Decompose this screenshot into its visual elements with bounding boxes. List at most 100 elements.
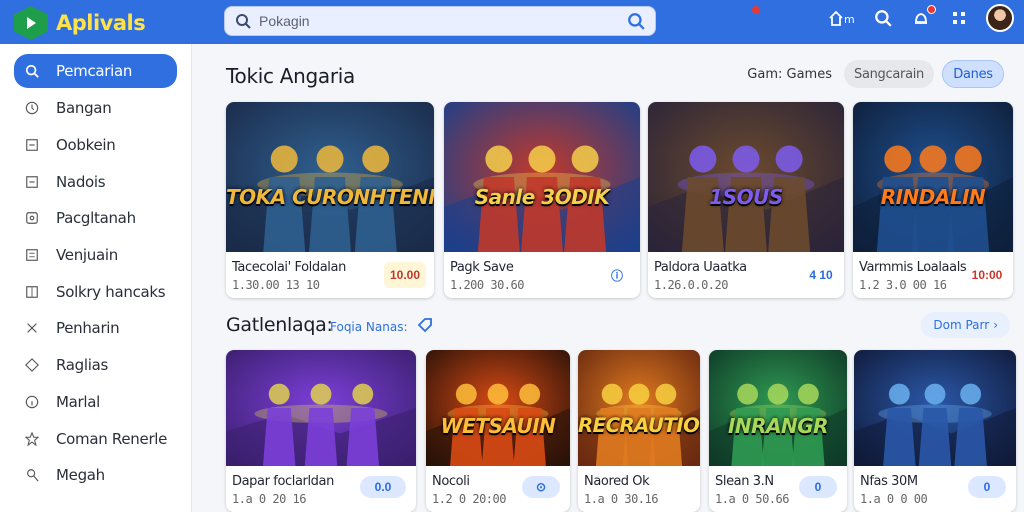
chevron-right-icon: ›	[993, 318, 998, 332]
section-heading: Gatlenlaqa:	[226, 314, 333, 336]
puzzle-icon	[24, 357, 40, 373]
sidebar-item[interactable]: Penharin	[0, 310, 191, 347]
see-more-label: Dom Parr	[933, 318, 990, 332]
sidebar-item[interactable]: Bangan	[0, 90, 191, 127]
sidebar-item[interactable]: Marlal	[0, 384, 191, 421]
game-cover-image	[853, 102, 1013, 252]
info-icon	[24, 394, 40, 410]
sidebar-item[interactable]: Pacgltanah	[0, 200, 191, 237]
sidebar-item[interactable]: Megah	[0, 457, 191, 494]
cover-title-text: TOKA CURONHTENN	[226, 184, 434, 209]
see-more-button[interactable]: Dom Parr ›	[921, 312, 1010, 338]
grid-icon[interactable]	[948, 7, 970, 29]
filter-chip[interactable]: Sangcarain	[844, 60, 934, 88]
search-icon	[236, 14, 251, 29]
app-name: Aplivals	[56, 11, 146, 35]
section-link[interactable]: Foqia Nanas:	[330, 320, 408, 334]
game-title: Paldora Uaatka	[654, 260, 747, 275]
square-icon	[24, 174, 40, 190]
cover-title-text: RINDALIN	[880, 184, 986, 209]
sidebar-item-label: Raglias	[56, 356, 109, 375]
sidebar-item-label: Penharin	[56, 319, 120, 338]
clock-icon	[24, 100, 40, 116]
user-icon	[24, 467, 40, 483]
game-card[interactable]: Sanle 3ODIK Pagk Save 1.200 30.60 ⓘ	[444, 102, 640, 298]
game-cover-image	[578, 350, 700, 466]
list-icon	[24, 247, 40, 263]
game-badge[interactable]: 10:00	[967, 262, 1007, 288]
header-actions: m	[826, 4, 1014, 32]
sidebar-item[interactable]: Nadois	[0, 163, 191, 200]
search-icon	[24, 63, 40, 79]
filter-bar: Gam: Games Sangcarain Danes	[747, 60, 1004, 88]
game-title: Pagk Save	[450, 260, 514, 275]
game-card[interactable]: TOKA CURONHTENN Tacecolai' Foldalan 1.30.0…	[226, 102, 434, 298]
game-title: Nocoli	[432, 474, 470, 489]
image-icon	[24, 210, 40, 226]
game-cover-image	[226, 350, 416, 466]
game-meta: 1.2 0 20:00	[432, 492, 506, 506]
sidebar-item-label: Coman Renerle	[56, 429, 168, 448]
sidebar-item-label: Bangan	[56, 99, 112, 118]
svg-text:m: m	[844, 13, 854, 26]
sidebar-item[interactable]: Solkry hancaks	[0, 273, 191, 310]
search-bar[interactable]	[224, 6, 656, 36]
tag-icon[interactable]	[416, 316, 434, 334]
main-content: Tokic Angaria Gam: Games Sangcarain Dane…	[192, 44, 1024, 512]
sidebar-item-label: Pacgltanah	[56, 209, 136, 228]
sidebar-item-label: Pemcarian	[56, 62, 133, 80]
game-cover-image	[648, 102, 844, 252]
game-cover-image	[444, 102, 640, 252]
game-badge[interactable]: 0	[799, 476, 837, 498]
square-icon	[24, 137, 40, 153]
logo-icon	[14, 6, 48, 40]
game-card[interactable]: 1SOUS Paldora Uaatka 1.26.0.0.20 4 10	[648, 102, 844, 298]
sidebar-item-label: Nadois	[56, 172, 106, 191]
game-card[interactable]: INRANGR Slean 3.N 1.a 0 50.66 0	[709, 350, 847, 512]
game-meta: 1.200 30.60	[450, 278, 524, 292]
sidebar-item-label: Megah	[56, 466, 105, 485]
sidebar-item-label: Marlal	[56, 392, 101, 411]
bell-icon[interactable]	[910, 5, 936, 29]
search-submit-icon[interactable]	[627, 12, 645, 30]
game-meta: 1.26.0.0.20	[654, 278, 728, 292]
sidebar-item[interactable]: Venjuain	[0, 237, 191, 274]
game-cover-image	[854, 350, 1016, 466]
game-badge[interactable]: 0	[968, 476, 1006, 498]
app-logo[interactable]: Aplivals	[14, 6, 146, 40]
game-card[interactable]: RECRAUTION Naored Ok 1.a 0 30.16	[578, 350, 700, 512]
sidebar-item[interactable]: Pemcarian	[14, 54, 177, 88]
game-badge[interactable]: 0.0	[360, 476, 406, 498]
game-card[interactable]: Dapar foclarldan 1.a 0 20 16 0.0	[226, 350, 416, 512]
game-card[interactable]: RINDALIN Varmmis Loalaals 1.2 3.0 00 16 10:…	[853, 102, 1013, 298]
sidebar-item[interactable]: Oobkein	[0, 127, 191, 164]
game-meta: 1.a 0 20 16	[232, 492, 306, 506]
avatar[interactable]	[986, 4, 1014, 32]
game-badge[interactable]: 4 10	[808, 264, 834, 286]
cover-title-text: 1SOUS	[709, 184, 783, 209]
game-title: Naored Ok	[584, 474, 650, 489]
cover-title-text: WETSAUIN	[440, 413, 556, 438]
filter-chip-active[interactable]: Danes	[942, 60, 1004, 88]
game-card[interactable]: Nfas 30M 1.a 0 0 00 0	[854, 350, 1016, 512]
game-cover-image	[709, 350, 847, 466]
star-icon	[24, 431, 40, 447]
game-badge[interactable]: 10.00	[384, 262, 426, 288]
search-input[interactable]	[259, 13, 627, 29]
game-meta: 1.a 0 30.16	[584, 492, 658, 506]
game-badge[interactable]: ⊙	[522, 476, 560, 498]
cover-title-text: RECRAUTION	[578, 413, 700, 437]
game-title: Slean 3.N	[715, 474, 774, 489]
game-card[interactable]: WETSAUIN Nocoli 1.2 0 20:00 ⊙	[426, 350, 570, 512]
filter-label: Gam: Games	[747, 66, 832, 82]
search-icon[interactable]	[872, 7, 894, 29]
sidebar: Pemcarian Bangan Oobkein Nadois Pacgltanah Ve…	[0, 44, 192, 512]
page-title: Tokic Angaria	[226, 64, 355, 88]
game-cover-image	[226, 102, 434, 252]
game-meta: 1.a 0 50.66	[715, 492, 789, 506]
game-badge[interactable]: ⓘ	[604, 264, 630, 286]
home-icon[interactable]: m	[826, 7, 856, 29]
sidebar-item[interactable]: Raglias	[0, 347, 191, 384]
sidebar-item[interactable]: Coman Renerle	[0, 420, 191, 457]
grid-icon	[24, 284, 40, 300]
